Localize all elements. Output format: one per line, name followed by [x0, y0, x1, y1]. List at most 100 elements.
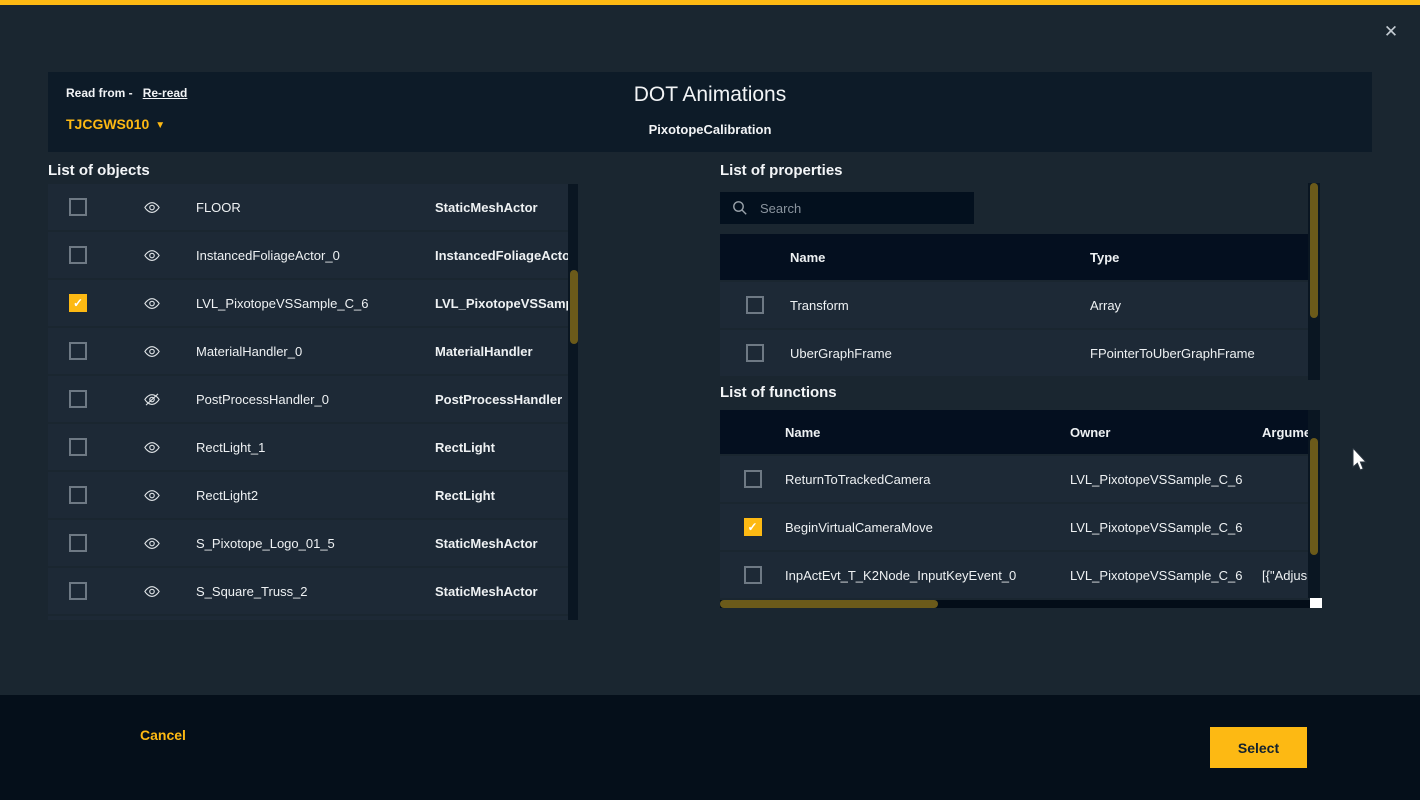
functions-list: ReturnToTrackedCamera LVL_PixotopeVSSamp… — [720, 456, 1308, 599]
object-row[interactable]: FLOOR StaticMeshActor — [48, 184, 568, 230]
function-name: BeginVirtualCameraMove — [785, 520, 1070, 535]
object-type: StaticMeshActor — [435, 536, 568, 551]
page-title: DOT Animations — [48, 83, 1372, 107]
functions-heading: List of functions — [720, 384, 837, 401]
checkbox[interactable] — [746, 296, 764, 314]
object-name: S_Square_Truss_2 — [196, 584, 435, 599]
property-row[interactable]: Transform Array — [720, 282, 1308, 328]
eye-icon[interactable] — [108, 344, 196, 359]
page-subtitle: PixotopeCalibration — [48, 122, 1372, 137]
object-row-partial — [48, 616, 568, 620]
objects-scrollbar-track[interactable] — [568, 184, 578, 620]
eye-off-icon[interactable] — [108, 392, 196, 407]
property-row[interactable]: UberGraphFrame FPointerToUberGraphFrame — [720, 330, 1308, 376]
properties-heading: List of properties — [720, 162, 843, 179]
function-row[interactable]: BeginVirtualCameraMove LVL_PixotopeVSSam… — [720, 504, 1308, 550]
properties-scrollbar-thumb[interactable] — [1310, 183, 1318, 318]
accent-top-bar — [0, 0, 1420, 5]
scrollbar-corner — [1310, 598, 1322, 608]
eye-icon[interactable] — [108, 584, 196, 599]
function-arguments: [{"Adjus — [1262, 568, 1308, 583]
checkbox-checked[interactable] — [69, 294, 87, 312]
checkbox[interactable] — [744, 470, 762, 488]
object-type: InstancedFoliageActor — [435, 248, 568, 263]
functions-hscrollbar-thumb[interactable] — [720, 600, 938, 608]
close-icon[interactable]: ✕ — [1379, 20, 1403, 44]
object-type: MaterialHandler — [435, 344, 568, 359]
properties-col-type: Type — [1090, 250, 1308, 265]
functions-scrollbar-thumb[interactable] — [1310, 438, 1318, 555]
checkbox[interactable] — [69, 582, 87, 600]
object-type: RectLight — [435, 488, 568, 503]
object-name: FLOOR — [196, 200, 435, 215]
functions-col-owner: Owner — [1070, 425, 1262, 440]
functions-hscrollbar-track[interactable] — [720, 600, 1310, 608]
functions-col-arguments: Arguments — [1262, 425, 1308, 440]
dialog-screen: ✕ Read from -Re-read TJCGWS010▼ DOT Anim… — [0, 0, 1420, 800]
object-row[interactable]: PostProcessHandler_0 PostProcessHandler — [48, 376, 568, 422]
objects-scrollbar-thumb[interactable] — [570, 270, 578, 344]
object-name: InstancedFoliageActor_0 — [196, 248, 435, 263]
search-icon — [732, 200, 748, 216]
search-box[interactable] — [720, 192, 974, 224]
checkbox[interactable] — [69, 246, 87, 264]
objects-heading: List of objects — [48, 162, 150, 179]
cancel-button[interactable]: Cancel — [140, 727, 186, 743]
dialog-footer: Cancel Select — [0, 695, 1420, 800]
property-type: Array — [1090, 298, 1308, 313]
object-type: LVL_PixotopeVSSample_C_6 — [435, 296, 568, 311]
eye-icon[interactable] — [108, 440, 196, 455]
property-name: Transform — [790, 298, 1090, 313]
object-row[interactable]: RectLight2 RectLight — [48, 472, 568, 518]
function-owner: LVL_PixotopeVSSample_C_6 — [1070, 568, 1262, 583]
object-name: S_Pixotope_Logo_01_5 — [196, 536, 435, 551]
eye-icon[interactable] — [108, 200, 196, 215]
checkbox[interactable] — [69, 390, 87, 408]
checkbox-checked[interactable] — [744, 518, 762, 536]
object-type: PostProcessHandler — [435, 392, 568, 407]
object-row[interactable]: S_Pixotope_Logo_01_5 StaticMeshActor — [48, 520, 568, 566]
eye-icon[interactable] — [108, 248, 196, 263]
functions-scrollbar-track[interactable] — [1308, 410, 1320, 598]
object-name: LVL_PixotopeVSSample_C_6 — [196, 296, 435, 311]
objects-list: FLOOR StaticMeshActor InstancedFoliageAc… — [48, 184, 568, 620]
select-button[interactable]: Select — [1210, 727, 1307, 768]
eye-icon[interactable] — [108, 536, 196, 551]
checkbox[interactable] — [69, 486, 87, 504]
object-row[interactable]: S_Square_Truss_2 StaticMeshActor — [48, 568, 568, 614]
function-name: InpActEvt_T_K2Node_InputKeyEvent_0 — [785, 568, 1070, 583]
dialog-header: Read from -Re-read TJCGWS010▼ DOT Animat… — [48, 72, 1372, 152]
checkbox[interactable] — [744, 566, 762, 584]
function-row[interactable]: InpActEvt_T_K2Node_InputKeyEvent_0 LVL_P… — [720, 552, 1308, 598]
object-row[interactable]: LVL_PixotopeVSSample_C_6 LVL_PixotopeVSS… — [48, 280, 568, 326]
object-type: StaticMeshActor — [435, 584, 568, 599]
function-row[interactable]: ReturnToTrackedCamera LVL_PixotopeVSSamp… — [720, 456, 1308, 502]
object-row[interactable]: RectLight_1 RectLight — [48, 424, 568, 470]
object-type: RectLight — [435, 440, 568, 455]
mouse-cursor — [1352, 448, 1368, 477]
object-row[interactable]: InstancedFoliageActor_0 InstancedFoliage… — [48, 232, 568, 278]
object-name: RectLight_1 — [196, 440, 435, 455]
property-type: FPointerToUberGraphFrame — [1090, 346, 1308, 361]
eye-icon[interactable] — [108, 488, 196, 503]
function-name: ReturnToTrackedCamera — [785, 472, 1070, 487]
property-name: UberGraphFrame — [790, 346, 1090, 361]
function-owner: LVL_PixotopeVSSample_C_6 — [1070, 472, 1262, 487]
object-type: StaticMeshActor — [435, 200, 568, 215]
checkbox[interactable] — [69, 342, 87, 360]
eye-icon[interactable] — [108, 296, 196, 311]
checkbox[interactable] — [69, 198, 87, 216]
properties-table-header: Name Type — [720, 234, 1308, 280]
object-name: RectLight2 — [196, 488, 435, 503]
object-name: PostProcessHandler_0 — [196, 392, 435, 407]
properties-list: Transform Array UberGraphFrame FPointerT… — [720, 282, 1308, 378]
object-name: MaterialHandler_0 — [196, 344, 435, 359]
functions-col-name: Name — [785, 425, 1070, 440]
properties-col-name: Name — [790, 250, 1090, 265]
object-row[interactable]: MaterialHandler_0 MaterialHandler — [48, 328, 568, 374]
properties-scrollbar-track[interactable] — [1308, 183, 1320, 380]
checkbox[interactable] — [69, 438, 87, 456]
checkbox[interactable] — [69, 534, 87, 552]
checkbox[interactable] — [746, 344, 764, 362]
search-input[interactable] — [758, 200, 952, 217]
